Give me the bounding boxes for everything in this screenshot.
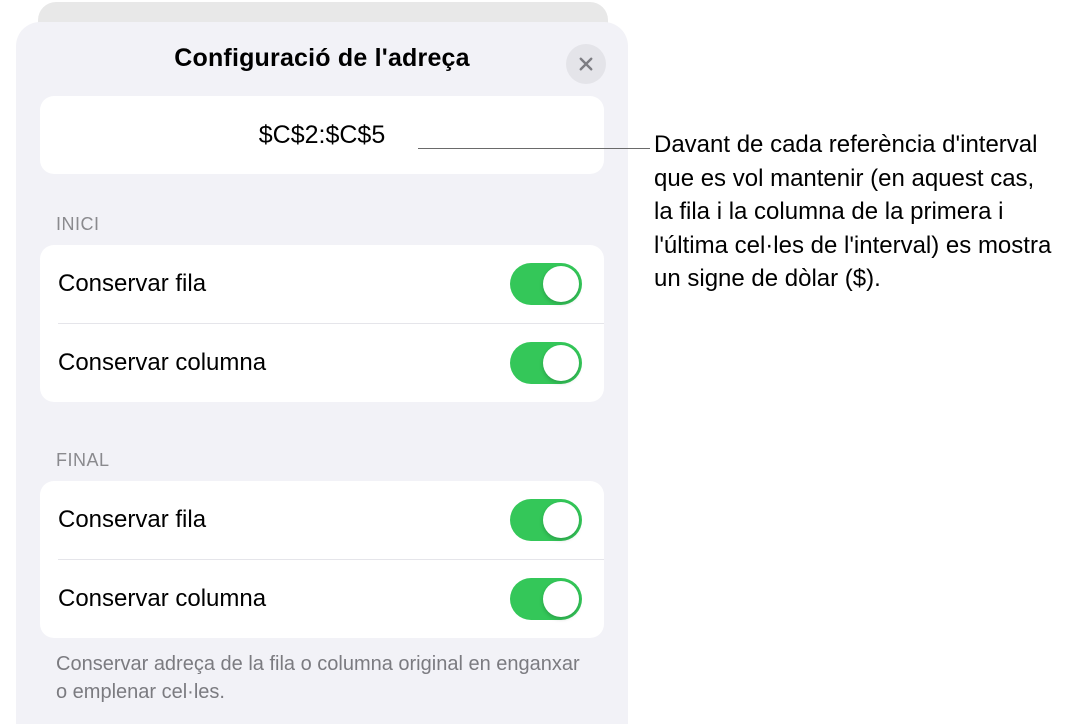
toggle-knob [543, 502, 579, 538]
group-end: Conservar fila Conservar columna [40, 481, 604, 638]
callout-leader-line [418, 148, 650, 149]
address-display-box[interactable]: $C$2:$C$5 [40, 96, 604, 174]
toggle-start-preserve-column[interactable] [510, 342, 582, 384]
section-label-end: FINAL [56, 450, 588, 471]
toggle-end-preserve-row[interactable] [510, 499, 582, 541]
row-start-preserve-column: Conservar columna [58, 323, 604, 402]
callout-annotation: Davant de cada referència d'interval que… [654, 128, 1056, 296]
sheet-header: Configuració de l'adreça [16, 22, 628, 94]
address-configuration-sheet: Configuració de l'adreça $C$2:$C$5 INICI… [16, 22, 628, 724]
section-label-start: INICI [56, 214, 588, 235]
address-value: $C$2:$C$5 [259, 121, 385, 150]
sheet-title: Configuració de l'adreça [174, 44, 470, 73]
row-start-preserve-row: Conservar fila [40, 245, 604, 323]
close-button[interactable] [566, 44, 606, 84]
row-end-preserve-row: Conservar fila [40, 481, 604, 559]
toggle-start-preserve-row[interactable] [510, 263, 582, 305]
row-label: Conservar columna [58, 349, 266, 377]
row-label: Conservar columna [58, 585, 266, 613]
footer-note: Conservar adreça de la fila o columna or… [56, 650, 588, 706]
toggle-end-preserve-column[interactable] [510, 578, 582, 620]
toggle-knob [543, 266, 579, 302]
row-label: Conservar fila [58, 270, 206, 298]
row-end-preserve-column: Conservar columna [58, 559, 604, 638]
toggle-knob [543, 581, 579, 617]
group-start: Conservar fila Conservar columna [40, 245, 604, 402]
row-label: Conservar fila [58, 506, 206, 534]
close-icon [577, 55, 595, 73]
toggle-knob [543, 345, 579, 381]
